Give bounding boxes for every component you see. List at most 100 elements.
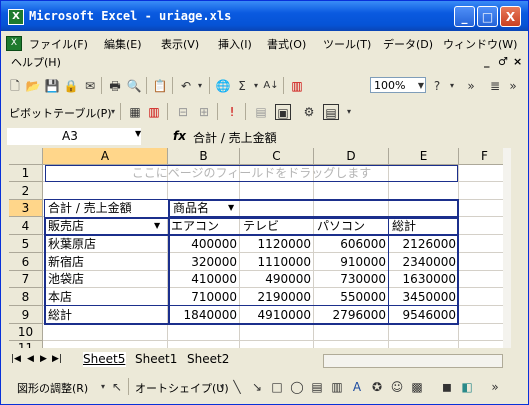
row-field-dropdown-icon[interactable]: ▼ xyxy=(154,221,160,230)
sort-ascending-icon[interactable]: A↓ xyxy=(263,78,279,94)
autosum-dropdown-icon[interactable]: ▾ xyxy=(248,78,264,94)
field-settings-icon[interactable]: ⚙ xyxy=(301,104,317,120)
formula-input[interactable]: 合計 / 売上金額 xyxy=(193,129,277,146)
horizontal-scrollbar[interactable] xyxy=(323,354,503,368)
row-header-9[interactable]: 9 xyxy=(9,306,43,324)
grand-total-cell[interactable]: 2796000 xyxy=(314,306,389,324)
data-cell[interactable]: 2126000 xyxy=(389,236,459,254)
menu-window[interactable]: ウィンドウ(W) xyxy=(443,36,517,52)
wordart-icon[interactable]: A xyxy=(349,379,365,395)
shadow-icon[interactable]: ◼ xyxy=(439,379,455,395)
open-folder-icon[interactable]: 📂 xyxy=(25,78,41,94)
data-cell[interactable]: 3450000 xyxy=(389,288,459,306)
pivot-table-menu[interactable]: ピボットテーブル(P) xyxy=(9,105,112,121)
autoshape-dropdown-icon[interactable]: ▾ xyxy=(214,379,230,395)
email-icon[interactable]: ✉ xyxy=(82,78,98,94)
menu-help[interactable]: ヘルプ(H) xyxy=(11,54,61,70)
excel-app-icon[interactable]: X xyxy=(8,9,24,25)
hide-detail-icon[interactable]: ⊟ xyxy=(175,104,191,120)
sheet-tab-sheet5[interactable]: Sheet5 xyxy=(83,352,126,367)
document-icon[interactable]: X xyxy=(6,36,22,51)
row-header-3[interactable]: 3 xyxy=(9,200,43,217)
draw-toolbar-options-icon[interactable]: » xyxy=(487,379,503,395)
data-cell[interactable]: 400000 xyxy=(168,236,240,254)
diagram-icon[interactable]: ✪ xyxy=(369,379,385,395)
pivot-chart-icon[interactable]: ▥ xyxy=(146,104,162,120)
save-icon[interactable]: 💾 xyxy=(44,78,60,94)
textbox-icon[interactable]: ▤ xyxy=(309,379,325,395)
vertical-scrollbar[interactable] xyxy=(503,148,511,348)
menu-file[interactable]: ファイル(F) xyxy=(29,36,88,52)
rectangle-icon[interactable]: □ xyxy=(269,379,285,395)
insert-picture-icon[interactable]: ▩ xyxy=(409,379,425,395)
data-cell[interactable]: 1110000 xyxy=(240,253,314,271)
data-cell[interactable]: 2190000 xyxy=(240,288,314,306)
column-header-b[interactable]: B xyxy=(168,148,240,165)
workbook-minimize-button[interactable]: _ xyxy=(484,55,490,68)
data-cell[interactable]: 1630000 xyxy=(389,271,459,288)
sheet-tab-sheet2[interactable]: Sheet2 xyxy=(187,352,231,367)
next-sheet-icon[interactable]: ▶ xyxy=(40,354,47,364)
draw-adjust-menu[interactable]: 図形の調整(R) xyxy=(17,380,88,396)
maximize-button[interactable]: □ xyxy=(477,6,498,27)
menu-insert[interactable]: 挿入(I) xyxy=(218,36,252,52)
grand-total-cell[interactable]: 1840000 xyxy=(168,306,240,324)
select-objects-icon[interactable]: ↖ xyxy=(109,379,125,395)
toolbar-options-dropdown-icon[interactable]: ▾ xyxy=(341,104,357,120)
row-field-button[interactable]: 販売店 xyxy=(45,218,169,235)
data-cell[interactable]: 1120000 xyxy=(240,236,314,254)
workbook-close-button[interactable]: × xyxy=(513,55,522,68)
data-cell[interactable]: 730000 xyxy=(314,271,389,288)
select-all-button[interactable] xyxy=(9,148,43,165)
row-item[interactable]: 新宿店 xyxy=(45,253,167,271)
row-item[interactable]: 本店 xyxy=(45,288,167,306)
column-item[interactable]: 総計 xyxy=(389,218,459,235)
always-display-items-icon[interactable]: ▣ xyxy=(275,104,291,120)
grand-total-label[interactable]: 総計 xyxy=(45,306,167,324)
sheet-tab-sheet1[interactable]: Sheet1 xyxy=(135,352,179,367)
field-list-icon[interactable]: ▤ xyxy=(323,104,339,120)
row-header-4[interactable]: 4 xyxy=(9,217,43,235)
column-item[interactable]: テレビ xyxy=(240,218,314,235)
close-button[interactable]: X xyxy=(500,6,521,27)
grand-total-cell[interactable]: 4910000 xyxy=(240,306,314,324)
data-cell[interactable]: 320000 xyxy=(168,253,240,271)
menu-format[interactable]: 書式(O) xyxy=(267,36,306,52)
workbook-restore-button[interactable]: ♂ xyxy=(498,55,508,68)
align-center-icon[interactable]: ≣ xyxy=(487,78,503,94)
data-cell[interactable]: 710000 xyxy=(168,288,240,306)
row-header-2[interactable]: 2 xyxy=(9,182,43,200)
menu-edit[interactable]: 編集(E) xyxy=(104,36,142,52)
help-icon[interactable]: ? xyxy=(429,78,445,94)
data-cell[interactable]: 490000 xyxy=(240,271,314,288)
line-icon[interactable]: ╲ xyxy=(229,379,245,395)
data-cell[interactable]: 910000 xyxy=(314,253,389,271)
grand-total-cell[interactable]: 9546000 xyxy=(389,306,459,324)
data-cell[interactable]: 2340000 xyxy=(389,253,459,271)
refresh-data-icon[interactable]: ! xyxy=(224,104,240,120)
oval-icon[interactable]: ◯ xyxy=(289,379,305,395)
paste-icon[interactable]: 📋 xyxy=(152,78,168,94)
row-item[interactable]: 秋葉原店 xyxy=(45,236,167,254)
column-header-c[interactable]: C xyxy=(240,148,314,165)
menu-data[interactable]: データ(D) xyxy=(383,36,433,52)
chart-wizard-icon[interactable]: ▥ xyxy=(289,78,305,94)
help-dropdown-icon[interactable]: ▾ xyxy=(444,78,460,94)
clip-art-icon[interactable]: ☺ xyxy=(389,379,405,395)
column-header-a[interactable]: A xyxy=(43,148,168,165)
permission-icon[interactable]: 🔒 xyxy=(63,78,79,94)
row-header-8[interactable]: 8 xyxy=(9,288,43,306)
row-header-6[interactable]: 6 xyxy=(9,253,43,271)
data-field-button[interactable]: 合計 / 売上金額 xyxy=(45,200,169,217)
3d-style-icon[interactable]: ◧ xyxy=(459,379,475,395)
column-item[interactable]: エアコン xyxy=(168,218,240,235)
arrow-icon[interactable]: ↘ xyxy=(249,379,265,395)
format-report-icon[interactable]: ▦ xyxy=(127,104,143,120)
title-bar[interactable]: X Microsoft Excel - uriage.xls _ □ X xyxy=(1,1,528,31)
name-box-dropdown-icon[interactable]: ▼ xyxy=(135,129,141,138)
column-item[interactable]: パソコン xyxy=(314,218,389,235)
row-header-7[interactable]: 7 xyxy=(9,271,43,288)
row-header-5[interactable]: 5 xyxy=(9,235,43,253)
row-header-1[interactable]: 1 xyxy=(9,165,43,182)
insert-function-icon[interactable]: fx xyxy=(173,129,186,143)
